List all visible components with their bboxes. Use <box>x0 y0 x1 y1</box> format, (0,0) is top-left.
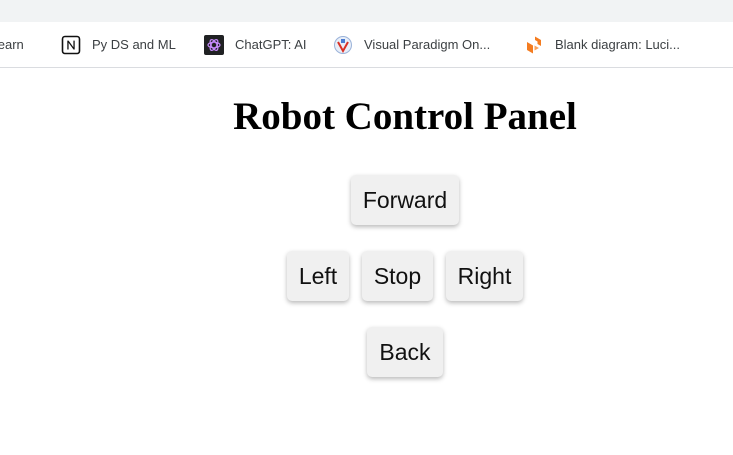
stop-button[interactable]: Stop <box>362 251 433 301</box>
bookmark-label: g learn <box>0 37 24 52</box>
bookmark-chatgpt[interactable]: ChatGPT: AI <box>204 22 307 67</box>
chatgpt-icon <box>204 34 224 55</box>
browser-tab-strip <box>0 0 733 22</box>
bookmark-learn[interactable]: g learn <box>0 22 24 67</box>
bookmarks-bar: g learn Py DS and ML ChatGPT: AI <box>0 22 733 68</box>
bookmark-visual-paradigm[interactable]: Visual Paradigm On... <box>333 22 490 67</box>
left-button[interactable]: Left <box>287 251 349 301</box>
bookmark-lucidchart[interactable]: Blank diagram: Luci... <box>524 22 680 67</box>
page-content: Robot Control Panel Forward Left Stop Ri… <box>0 68 733 455</box>
right-button[interactable]: Right <box>446 251 523 301</box>
bookmark-label: ChatGPT: AI <box>235 37 307 52</box>
visual-paradigm-icon <box>333 35 353 55</box>
bookmark-label: Blank diagram: Luci... <box>555 37 681 52</box>
bookmark-label: Visual Paradigm On... <box>364 37 491 52</box>
page-title: Robot Control Panel <box>233 95 577 138</box>
bookmark-py-ds-ml[interactable]: Py DS and ML <box>61 22 176 67</box>
forward-button[interactable]: Forward <box>351 175 459 225</box>
notion-icon <box>61 35 81 55</box>
lucidchart-icon <box>524 35 544 55</box>
bookmark-label: Py DS and ML <box>92 37 176 52</box>
back-button[interactable]: Back <box>367 327 443 377</box>
